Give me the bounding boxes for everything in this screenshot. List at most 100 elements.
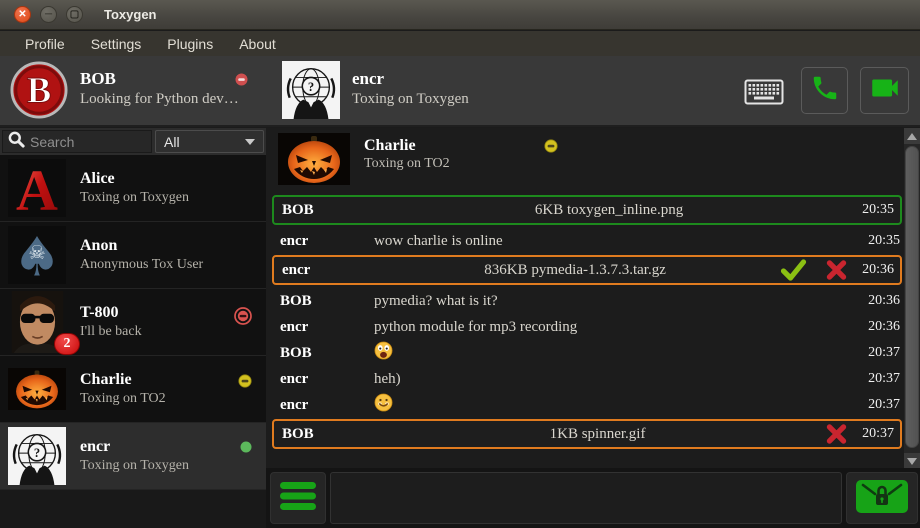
decline-file-button[interactable] bbox=[825, 423, 848, 445]
accept-file-button[interactable] bbox=[780, 258, 807, 282]
message-sender: BOB bbox=[282, 426, 370, 443]
scroll-down-arrow[interactable] bbox=[904, 453, 920, 469]
chevron-down-icon bbox=[245, 139, 255, 145]
message-text: wow charlie is online bbox=[374, 233, 868, 250]
contact-row-encr[interactable]: ? encr Toxing on Toxygen bbox=[0, 423, 266, 490]
contact-avatar bbox=[8, 358, 66, 420]
audio-call-button[interactable] bbox=[801, 67, 848, 114]
contact-avatar: ♠☠ bbox=[8, 224, 66, 286]
message-time: 20:36 bbox=[862, 262, 894, 278]
message-row: encr heh) 20:37 bbox=[270, 366, 904, 392]
svg-text:?: ? bbox=[34, 446, 40, 460]
message-text: pymedia? what is it? bbox=[374, 293, 868, 310]
message-row: encr 20:37 bbox=[270, 392, 904, 418]
svg-text:?: ? bbox=[308, 80, 314, 94]
messages: BOB 6KB toxygen_inline.png 20:35encr wow… bbox=[270, 190, 904, 449]
keyboard-icon bbox=[744, 79, 784, 110]
message-sender: encr bbox=[280, 397, 374, 414]
contact-name: encr bbox=[80, 438, 266, 456]
message-row: BOB 20:37 bbox=[270, 340, 904, 366]
window-minimize-button[interactable]: ─ bbox=[40, 6, 57, 23]
contact-status-message: I'll be back bbox=[80, 324, 266, 340]
video-camera-icon bbox=[868, 71, 902, 110]
message-sender: encr bbox=[282, 262, 370, 279]
message-sender: encr bbox=[280, 371, 374, 388]
header: B BOB Looking for Python dev… ? encr Tox… bbox=[0, 56, 920, 127]
scroll-up-arrow[interactable] bbox=[904, 128, 920, 144]
contact-card-name: Charlie bbox=[364, 137, 416, 155]
menu-about[interactable]: About bbox=[226, 34, 289, 54]
message-time: 20:36 bbox=[868, 319, 900, 335]
message-sender: encr bbox=[280, 319, 374, 336]
message-sender: BOB bbox=[280, 345, 374, 362]
peer-status-message: Toxing on Toxygen bbox=[352, 91, 469, 108]
contact-row-anon[interactable]: ♠☠ Anon Anonymous Tox User bbox=[0, 222, 266, 289]
chat-scrollbar bbox=[904, 128, 920, 469]
contact-card-avatar bbox=[278, 133, 350, 185]
file-name: 836KB pymedia-1.3.7.3.tar.gz bbox=[370, 262, 780, 279]
away-status-icon bbox=[238, 374, 252, 388]
contact-filter-dropdown[interactable]: All bbox=[155, 130, 264, 153]
contact-list: A Alice Toxing on Toxygen ♠☠ Anon Anonym… bbox=[0, 155, 266, 528]
contact-filter-value: All bbox=[164, 134, 180, 150]
self-name: BOB bbox=[80, 69, 116, 89]
message-sender: BOB bbox=[282, 202, 370, 219]
file-transfer-row: BOB 6KB toxygen_inline.png 20:35 bbox=[272, 195, 902, 225]
menu-profile[interactable]: Profile bbox=[12, 34, 78, 54]
chat-contact-card: Charlie Toxing on TO2 bbox=[270, 128, 904, 190]
contact-status-message: Toxing on Toxygen bbox=[80, 190, 266, 206]
contact-name: Alice bbox=[80, 170, 266, 188]
message-sender: BOB bbox=[280, 293, 374, 310]
composer-bar bbox=[266, 468, 920, 528]
search-row: All bbox=[0, 128, 266, 155]
message-time: 20:37 bbox=[862, 426, 894, 442]
screen-keyboard-button[interactable] bbox=[742, 80, 786, 108]
window-maximize-button[interactable]: ▢ bbox=[66, 6, 83, 23]
window-title: Toxygen bbox=[104, 7, 157, 22]
decline-file-button[interactable] bbox=[825, 258, 848, 282]
search-box bbox=[2, 130, 152, 153]
message-list: Charlie Toxing on TO2 BOB 6KB toxygen_in… bbox=[270, 128, 904, 468]
phone-icon bbox=[810, 73, 840, 108]
file-name: 6KB toxygen_inline.png bbox=[370, 202, 848, 219]
message-time: 20:35 bbox=[868, 233, 900, 249]
self-avatar: B bbox=[10, 61, 68, 119]
contact-status-message: Toxing on Toxygen bbox=[80, 458, 266, 474]
scrollbar-thumb[interactable] bbox=[905, 146, 919, 448]
menu-plugins[interactable]: Plugins bbox=[154, 34, 226, 54]
message-time: 20:36 bbox=[868, 293, 900, 309]
self-profile[interactable]: B BOB Looking for Python dev… bbox=[10, 61, 248, 119]
message-time: 20:37 bbox=[868, 371, 900, 387]
chat-peer-profile: ? encr Toxing on Toxygen bbox=[282, 61, 469, 119]
contact-status-message: Toxing on TO2 bbox=[80, 391, 266, 407]
message-sender: encr bbox=[280, 233, 374, 250]
file-transfer-row: encr 836KB pymedia-1.3.7.3.tar.gz 20:36 bbox=[272, 255, 902, 285]
away-status-icon bbox=[544, 139, 558, 153]
video-call-button[interactable] bbox=[860, 67, 909, 114]
message-row: encr wow charlie is online 20:35 bbox=[270, 228, 904, 254]
self-status-message: Looking for Python dev… bbox=[80, 91, 248, 108]
window-close-button[interactable]: ✕ bbox=[14, 6, 31, 23]
message-input[interactable] bbox=[330, 472, 842, 524]
contact-name: Anon bbox=[80, 237, 266, 255]
menu-settings[interactable]: Settings bbox=[78, 34, 155, 54]
svg-text:B: B bbox=[27, 70, 52, 111]
message-text: heh) bbox=[374, 371, 868, 388]
chat-menu-button[interactable] bbox=[270, 472, 326, 524]
file-name: 1KB spinner.gif bbox=[370, 426, 825, 443]
message-row: encr python module for mp3 recording 20:… bbox=[270, 314, 904, 340]
toxygen-window: ✕ ─ ▢ Toxygen Profile Settings Plugins A… bbox=[0, 0, 920, 528]
online-status-icon bbox=[240, 441, 252, 453]
message-time: 20:35 bbox=[862, 202, 894, 218]
search-input[interactable] bbox=[30, 134, 146, 150]
svg-text:A: A bbox=[16, 159, 58, 217]
contact-status-message: Anonymous Tox User bbox=[80, 257, 266, 273]
contact-row-alice[interactable]: A Alice Toxing on Toxygen bbox=[0, 155, 266, 222]
unread-count-badge: 2 bbox=[54, 333, 80, 355]
contact-card-status: Toxing on TO2 bbox=[364, 156, 558, 172]
contact-avatar: ? bbox=[8, 425, 66, 487]
emoji-scared-icon bbox=[374, 341, 868, 365]
contact-row-t-800[interactable]: 2 T-800 I'll be back bbox=[0, 289, 266, 356]
contact-row-charlie[interactable]: Charlie Toxing on TO2 bbox=[0, 356, 266, 423]
send-message-button[interactable] bbox=[846, 472, 918, 524]
